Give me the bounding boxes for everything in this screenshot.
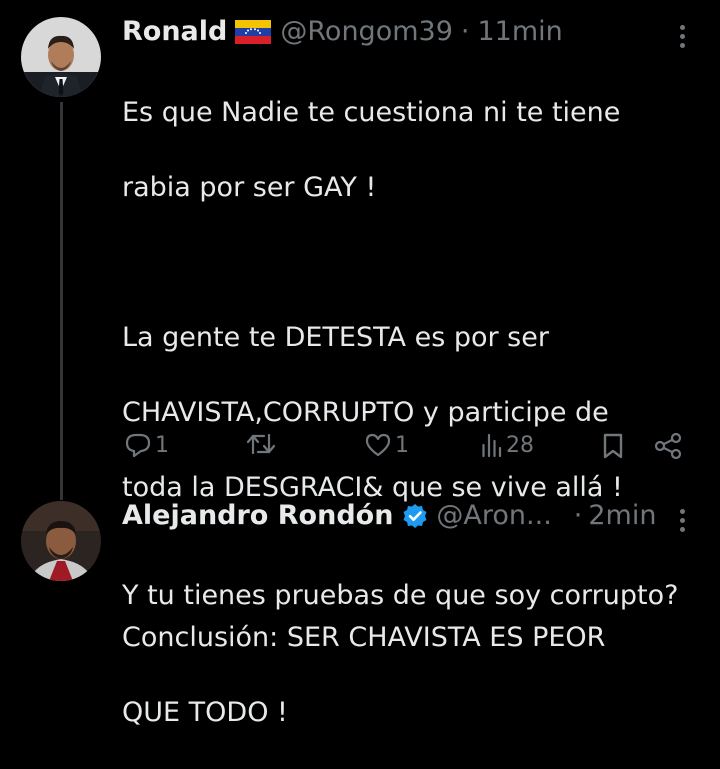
views-icon (482, 433, 502, 458)
tweet-line: rabia por ser GAY ! (122, 171, 377, 203)
tweet-line: La gente te DETESTA es por ser (122, 321, 549, 353)
reply-button[interactable]: 1 (124, 432, 169, 458)
tweet-body: Es que Nadie te cuestiona ni te tiene ra… (122, 56, 702, 769)
more-icon[interactable] (679, 509, 687, 536)
tweet-line: CHAVISTA,CORRUPTO y participe de (122, 396, 609, 428)
share-button[interactable] (653, 432, 683, 460)
more-icon[interactable] (679, 25, 687, 52)
like-count: 1 (395, 432, 409, 458)
bookmark-icon (603, 433, 623, 459)
tweet-body: Y tu tienes pruebas de que soy corrupto? (122, 539, 712, 652)
views-button[interactable]: 28 (481, 432, 534, 458)
bookmark-button[interactable] (601, 432, 625, 460)
like-icon (365, 433, 391, 457)
reply-count: 1 (155, 432, 169, 458)
reply-icon (125, 433, 151, 458)
views-count: 28 (506, 432, 534, 458)
separator-dot: · (460, 16, 470, 47)
display-name[interactable]: Ronald (122, 15, 227, 49)
tweet-line: Es que Nadie te cuestiona ni te tiene (122, 96, 621, 128)
retweet-button[interactable] (246, 431, 279, 457)
avatar-ronald[interactable] (21, 17, 101, 97)
user-handle[interactable]: @Rongom39 (280, 15, 453, 49)
timestamp[interactable]: 2min (588, 499, 656, 533)
tweet-line: Y tu tienes pruebas de que soy corrupto? (122, 579, 679, 611)
like-button[interactable]: 1 (364, 432, 409, 458)
avatar-image (21, 17, 101, 97)
tweet-line: QUE TODO ! (122, 696, 288, 728)
thread-line (60, 102, 63, 500)
avatar-image (21, 501, 101, 581)
tweet-header: Ronald @Rongom39 · 11min (122, 15, 563, 49)
avatar-alejandro[interactable] (21, 501, 101, 581)
share-icon (654, 432, 682, 460)
user-handle[interactable]: @Aron... (436, 499, 551, 533)
venezuela-flag (235, 20, 272, 44)
verified-badge-icon (403, 504, 427, 528)
retweet-icon (246, 433, 276, 455)
tweet-header: Alejandro Rondón @Aron... · 2min (122, 499, 656, 533)
separator-dot: · (573, 500, 583, 531)
timestamp[interactable]: 11min (477, 15, 562, 49)
display-name[interactable]: Alejandro Rondón (122, 499, 393, 533)
